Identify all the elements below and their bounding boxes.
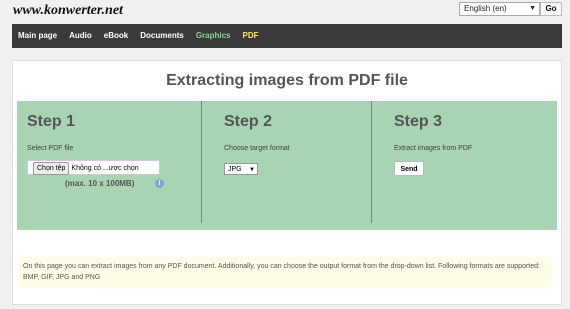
- main-nav: Main page Audio eBook Documents Graphics…: [12, 24, 562, 48]
- go-button[interactable]: Go: [540, 2, 562, 16]
- nav-item-main-page[interactable]: Main page: [12, 24, 63, 48]
- file-status: Không có ...ược chọn: [71, 165, 139, 172]
- nav-item-documents[interactable]: Documents: [134, 24, 190, 48]
- format-value: JPG: [228, 166, 242, 173]
- site-logo[interactable]: www.konwerter.net: [13, 3, 123, 19]
- choose-file-button[interactable]: Chọn tệp: [33, 162, 70, 175]
- chevron-down-icon: ▼: [249, 167, 255, 173]
- nav-item-graphics[interactable]: Graphics: [190, 24, 237, 48]
- max-size-note: (max. 10 x 100MB): [65, 179, 135, 188]
- step-2-heading: Step 2: [224, 113, 273, 130]
- step-3-subtitle: Extract images from PDF: [394, 145, 473, 152]
- chevron-down-icon: ▼: [529, 5, 536, 12]
- step-1-heading: Step 1: [27, 113, 76, 130]
- step-2: Step 2 Choose target format JPG ▼: [214, 101, 371, 230]
- step-3-heading: Step 3: [394, 113, 443, 130]
- nav-item-ebook[interactable]: eBook: [98, 24, 134, 48]
- step-3: Step 3 Extract images from PDF Send: [384, 101, 557, 230]
- language-value: English (en): [464, 4, 507, 13]
- description-text: On this page you can extract images from…: [19, 257, 552, 287]
- step-divider: [201, 101, 202, 223]
- file-input[interactable]: Chọn tệp Không có ...ược chọn: [27, 160, 160, 175]
- send-button[interactable]: Send: [394, 161, 424, 176]
- nav-item-pdf[interactable]: PDF: [237, 24, 265, 48]
- steps-box: Step 1 Select PDF file Chọn tệp Không có …: [17, 101, 557, 230]
- info-icon[interactable]: i: [155, 179, 164, 188]
- step-2-subtitle: Choose target format: [224, 145, 290, 152]
- page-title: Extracting images from PDF file: [166, 72, 408, 89]
- format-select[interactable]: JPG ▼: [224, 163, 258, 175]
- step-divider: [371, 101, 372, 223]
- language-select[interactable]: English (en) ▼: [459, 2, 540, 16]
- step-1-subtitle: Select PDF file: [27, 145, 74, 152]
- nav-item-audio[interactable]: Audio: [63, 24, 98, 48]
- step-1: Step 1 Select PDF file Chọn tệp Không có …: [17, 101, 201, 230]
